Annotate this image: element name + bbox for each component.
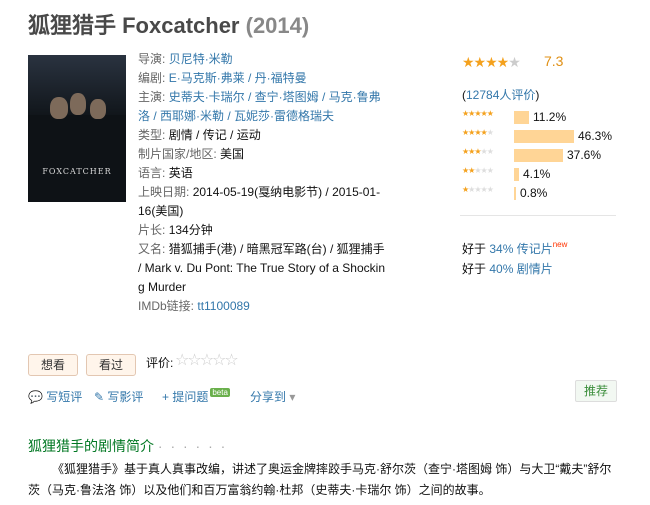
synopsis-text: 《狐狸猎手》基于真人真事改编，讲述了奥运金牌摔跤手马克·舒尔茨（查宁·塔图姆 饰… — [28, 462, 612, 497]
aka-value-line3: g Murder — [138, 280, 187, 294]
better-than-biography-link[interactable]: 34% 传记片 — [489, 242, 552, 256]
rating-bar-fill — [514, 149, 563, 162]
movie-poster[interactable]: FOXCATCHER — [28, 55, 126, 202]
genre-value: 剧情 / 传记 / 运动 — [168, 128, 261, 142]
poster-face-center — [70, 93, 86, 115]
runtime-label: 片长: — [138, 223, 166, 237]
genre-label: 类型: — [138, 128, 166, 142]
divider — [460, 215, 616, 216]
aka-value-line1: 猎狐捕手(港) / 暗黑冠军路(台) / 狐狸捕手 — [168, 242, 385, 256]
small-stars-icon: ★★★★★ — [462, 147, 494, 156]
writer-label: 编剧: — [138, 71, 166, 85]
rating-bar-percent: 11.2% — [533, 110, 567, 124]
rating-bar-fill — [514, 111, 529, 124]
cast-links-line2[interactable]: 洛 / 西耶娜·米勒 / 瓦妮莎·雷德格瑞夫 — [138, 109, 334, 123]
release-label: 上映日期: — [138, 185, 190, 199]
writer-links[interactable]: E·马克斯·弗莱 / 丹·福特曼 — [169, 71, 307, 85]
rating-score: 7.3 — [544, 53, 564, 69]
rating-bar-percent: 4.1% — [523, 167, 551, 181]
small-stars-icon: ★★★★★ — [462, 109, 494, 118]
country-value: 美国 — [220, 147, 245, 161]
write-review-label: 写影评 — [107, 390, 144, 404]
director-link[interactable]: 贝尼特·米勒 — [169, 52, 233, 66]
write-short-review[interactable]: 💬 写短评 — [28, 388, 82, 405]
better-prefix-1: 好于 — [462, 242, 487, 256]
rating-bar-percent: 0.8% — [520, 186, 548, 200]
write-short-review-label: 写短评 — [46, 390, 83, 404]
votes-close-paren: ) — [535, 88, 540, 102]
ask-question[interactable]: + 提问题 beta — [162, 388, 230, 405]
cast-links-line1[interactable]: 史蒂夫·卡瑞尔 / 查宁·塔图姆 / 马克·鲁弗 — [169, 90, 381, 104]
movie-name: 狐狸猎手 Foxcatcher — [28, 13, 240, 38]
small-stars-icon: ★★★★★ — [462, 166, 494, 175]
language-value: 英语 — [168, 166, 193, 180]
synopsis-heading-dots: · · · · · · — [157, 438, 228, 454]
better-than-drama-link[interactable]: 40% 剧情片 — [489, 262, 552, 276]
ask-question-label: + 提问题 — [162, 390, 209, 404]
new-badge: new — [552, 240, 568, 249]
rating-stars-icon: ★★★★★ — [462, 54, 521, 70]
rating-bar-fill — [514, 187, 516, 200]
poster-title-text: FOXCATCHER — [42, 167, 112, 176]
release-value-line2: 16(美国) — [138, 204, 184, 218]
beta-badge: beta — [210, 388, 230, 397]
imdb-label: IMDb链接: — [138, 299, 195, 313]
better-than-panel: 好于 34% 传记片new 好于 40% 剧情片 — [462, 240, 567, 279]
language-label: 语言: — [138, 166, 166, 180]
rate-label: 评价: — [146, 356, 174, 370]
pencil-icon: ✎ — [94, 390, 105, 404]
movie-year: (2014) — [245, 13, 310, 38]
share-label: 分享到 — [250, 390, 287, 404]
poster-face-right — [90, 99, 106, 119]
rating-votes: (12784人评价) — [462, 86, 539, 103]
better-prefix-2: 好于 — [462, 262, 487, 276]
rating-bar-percent: 37.6% — [567, 148, 602, 162]
country-label: 制片国家/地区: — [138, 147, 217, 161]
votes-link[interactable]: 12784人评价 — [466, 88, 535, 102]
share-to[interactable]: 分享到 ▾ — [250, 388, 295, 405]
write-review[interactable]: ✎ 写影评 — [94, 388, 143, 405]
recommend-button[interactable]: 推荐 — [575, 380, 617, 402]
rating-bar-percent: 46.3% — [578, 129, 613, 143]
aka-value-line2: / Mark v. Du Pont: The True Story of a S… — [138, 261, 385, 275]
movie-info: 导演: 贝尼特·米勒 编剧: E·马克斯·弗莱 / 丹·福特曼 主演: 史蒂夫·… — [138, 50, 386, 316]
chevron-down-icon: ▾ — [289, 390, 296, 404]
runtime-value: 134分钟 — [168, 223, 213, 237]
watched-button[interactable]: 看过 — [86, 354, 136, 376]
rating-bar-fill — [514, 168, 519, 181]
release-value-line1: 2014-05-19(戛纳电影节) / 2015-01- — [192, 185, 381, 199]
imdb-link[interactable]: tt1100089 — [197, 299, 250, 313]
synopsis-heading: 狐狸猎手的剧情简介 · · · · · · — [28, 436, 227, 456]
cast-label: 主演: — [138, 90, 166, 104]
page-title: 狐狸猎手 Foxcatcher (2014) — [28, 8, 309, 40]
director-label: 导演: — [138, 52, 166, 66]
synopsis-heading-text: 狐狸猎手的剧情简介 — [28, 438, 154, 454]
small-stars-icon: ★★★★★ — [462, 128, 494, 137]
rating-bar-fill — [514, 130, 574, 143]
aka-label: 又名: — [138, 242, 166, 256]
rate-stars-input[interactable]: ☆☆☆☆☆ — [175, 350, 239, 370]
want-to-watch-button[interactable]: 想看 — [28, 354, 78, 376]
speech-bubble-icon: 💬 — [28, 390, 43, 404]
poster-face-left — [50, 97, 68, 119]
small-stars-icon: ★★★★★ — [462, 185, 494, 194]
